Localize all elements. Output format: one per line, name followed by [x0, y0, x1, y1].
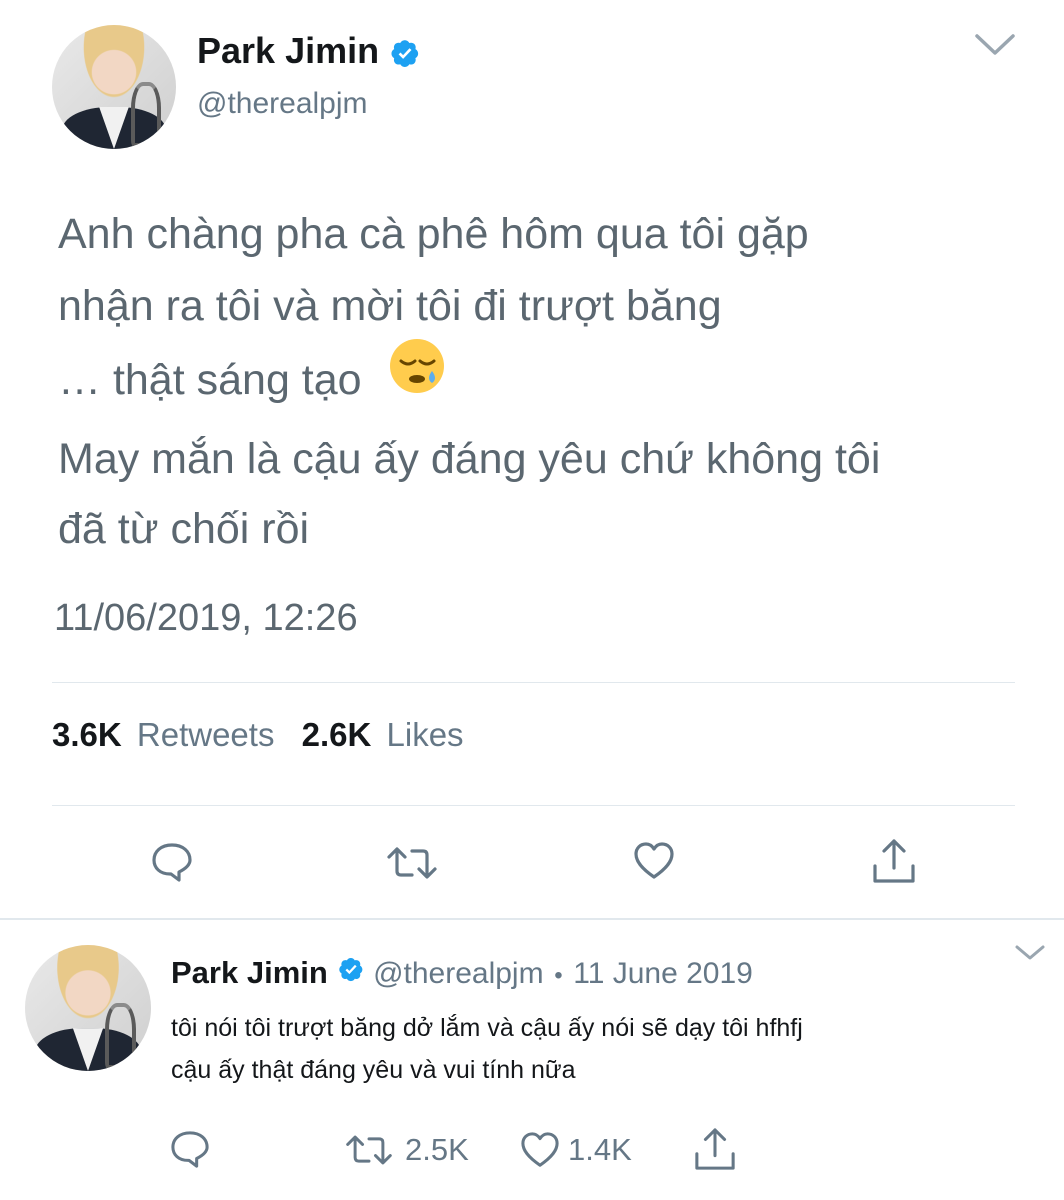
reply-date[interactable]: 11 June 2019 [573, 957, 753, 990]
avatar-trophy [130, 82, 162, 148]
author-avatar[interactable] [52, 25, 176, 149]
divider [52, 805, 1015, 806]
like-count: 1.4K [568, 1132, 632, 1167]
separator-dot: • [554, 962, 563, 989]
chevron-down-icon[interactable] [974, 32, 1016, 63]
share-icon[interactable] [872, 838, 916, 884]
tweet-text: Anh chàng pha cà phê hôm qua tôi gặp nhậ… [58, 196, 1038, 567]
tweet-line: Anh chàng pha cà phê hôm qua tôi gặp [58, 210, 809, 258]
retweet-icon[interactable] [344, 1134, 394, 1166]
reply-author-avatar[interactable] [25, 945, 151, 1071]
like-icon[interactable] [633, 841, 675, 881]
sleepy-face-icon [388, 337, 446, 419]
reply-author-handle[interactable]: @therealpjm [373, 957, 544, 990]
author-name[interactable]: Park Jimin [197, 30, 379, 71]
likes-count[interactable]: 2.6K [302, 716, 372, 753]
tweet-line: May mắn là cậu ấy đáng yêu chứ không tôi [58, 434, 881, 483]
section-divider [0, 918, 1064, 920]
verified-badge-icon [338, 954, 364, 990]
likes-label[interactable]: Likes [387, 716, 464, 753]
reply-line: cậu ấy thật đáng yêu và vui tính nữa [171, 1056, 576, 1084]
reply-icon[interactable] [151, 842, 193, 882]
reply-author-name[interactable]: Park Jimin [171, 955, 328, 990]
reply-text: tôi nói tôi trượt băng dở lắm và cậu ấy … [171, 1007, 803, 1091]
avatar-trophy [105, 1002, 136, 1069]
retweet-count: 2.5K [405, 1132, 469, 1167]
tweet-line: … thật sáng tạo [58, 356, 362, 404]
tweet-timestamp[interactable]: 11/06/2019, 12:26 [54, 597, 358, 640]
author-header: Park Jimin [197, 30, 420, 73]
tweet-stats: 3.6K Retweets 2.6K Likes [52, 716, 464, 754]
divider [52, 682, 1015, 683]
share-icon[interactable] [694, 1127, 736, 1171]
reply-header: Park Jimin @therealpjm • 11 June 2019 [171, 955, 753, 991]
retweet-icon[interactable] [385, 846, 439, 880]
tweet-line: đã từ chối rồi [58, 504, 310, 553]
chevron-down-icon[interactable] [1014, 944, 1046, 967]
like-icon[interactable] [520, 1131, 560, 1169]
tweet-line: nhận ra tôi và mời tôi đi trượt băng [58, 282, 722, 330]
tweet-line-with-emoji: … thật sáng tạo [58, 338, 1038, 419]
reply-line: tôi nói tôi trượt băng dở lắm và cậu ấy … [171, 1014, 803, 1042]
retweets-count[interactable]: 3.6K [52, 716, 122, 753]
reply-icon[interactable] [170, 1130, 210, 1168]
retweets-label[interactable]: Retweets [137, 716, 275, 753]
author-handle[interactable]: @therealpjm [197, 87, 368, 121]
verified-badge-icon [390, 38, 420, 73]
